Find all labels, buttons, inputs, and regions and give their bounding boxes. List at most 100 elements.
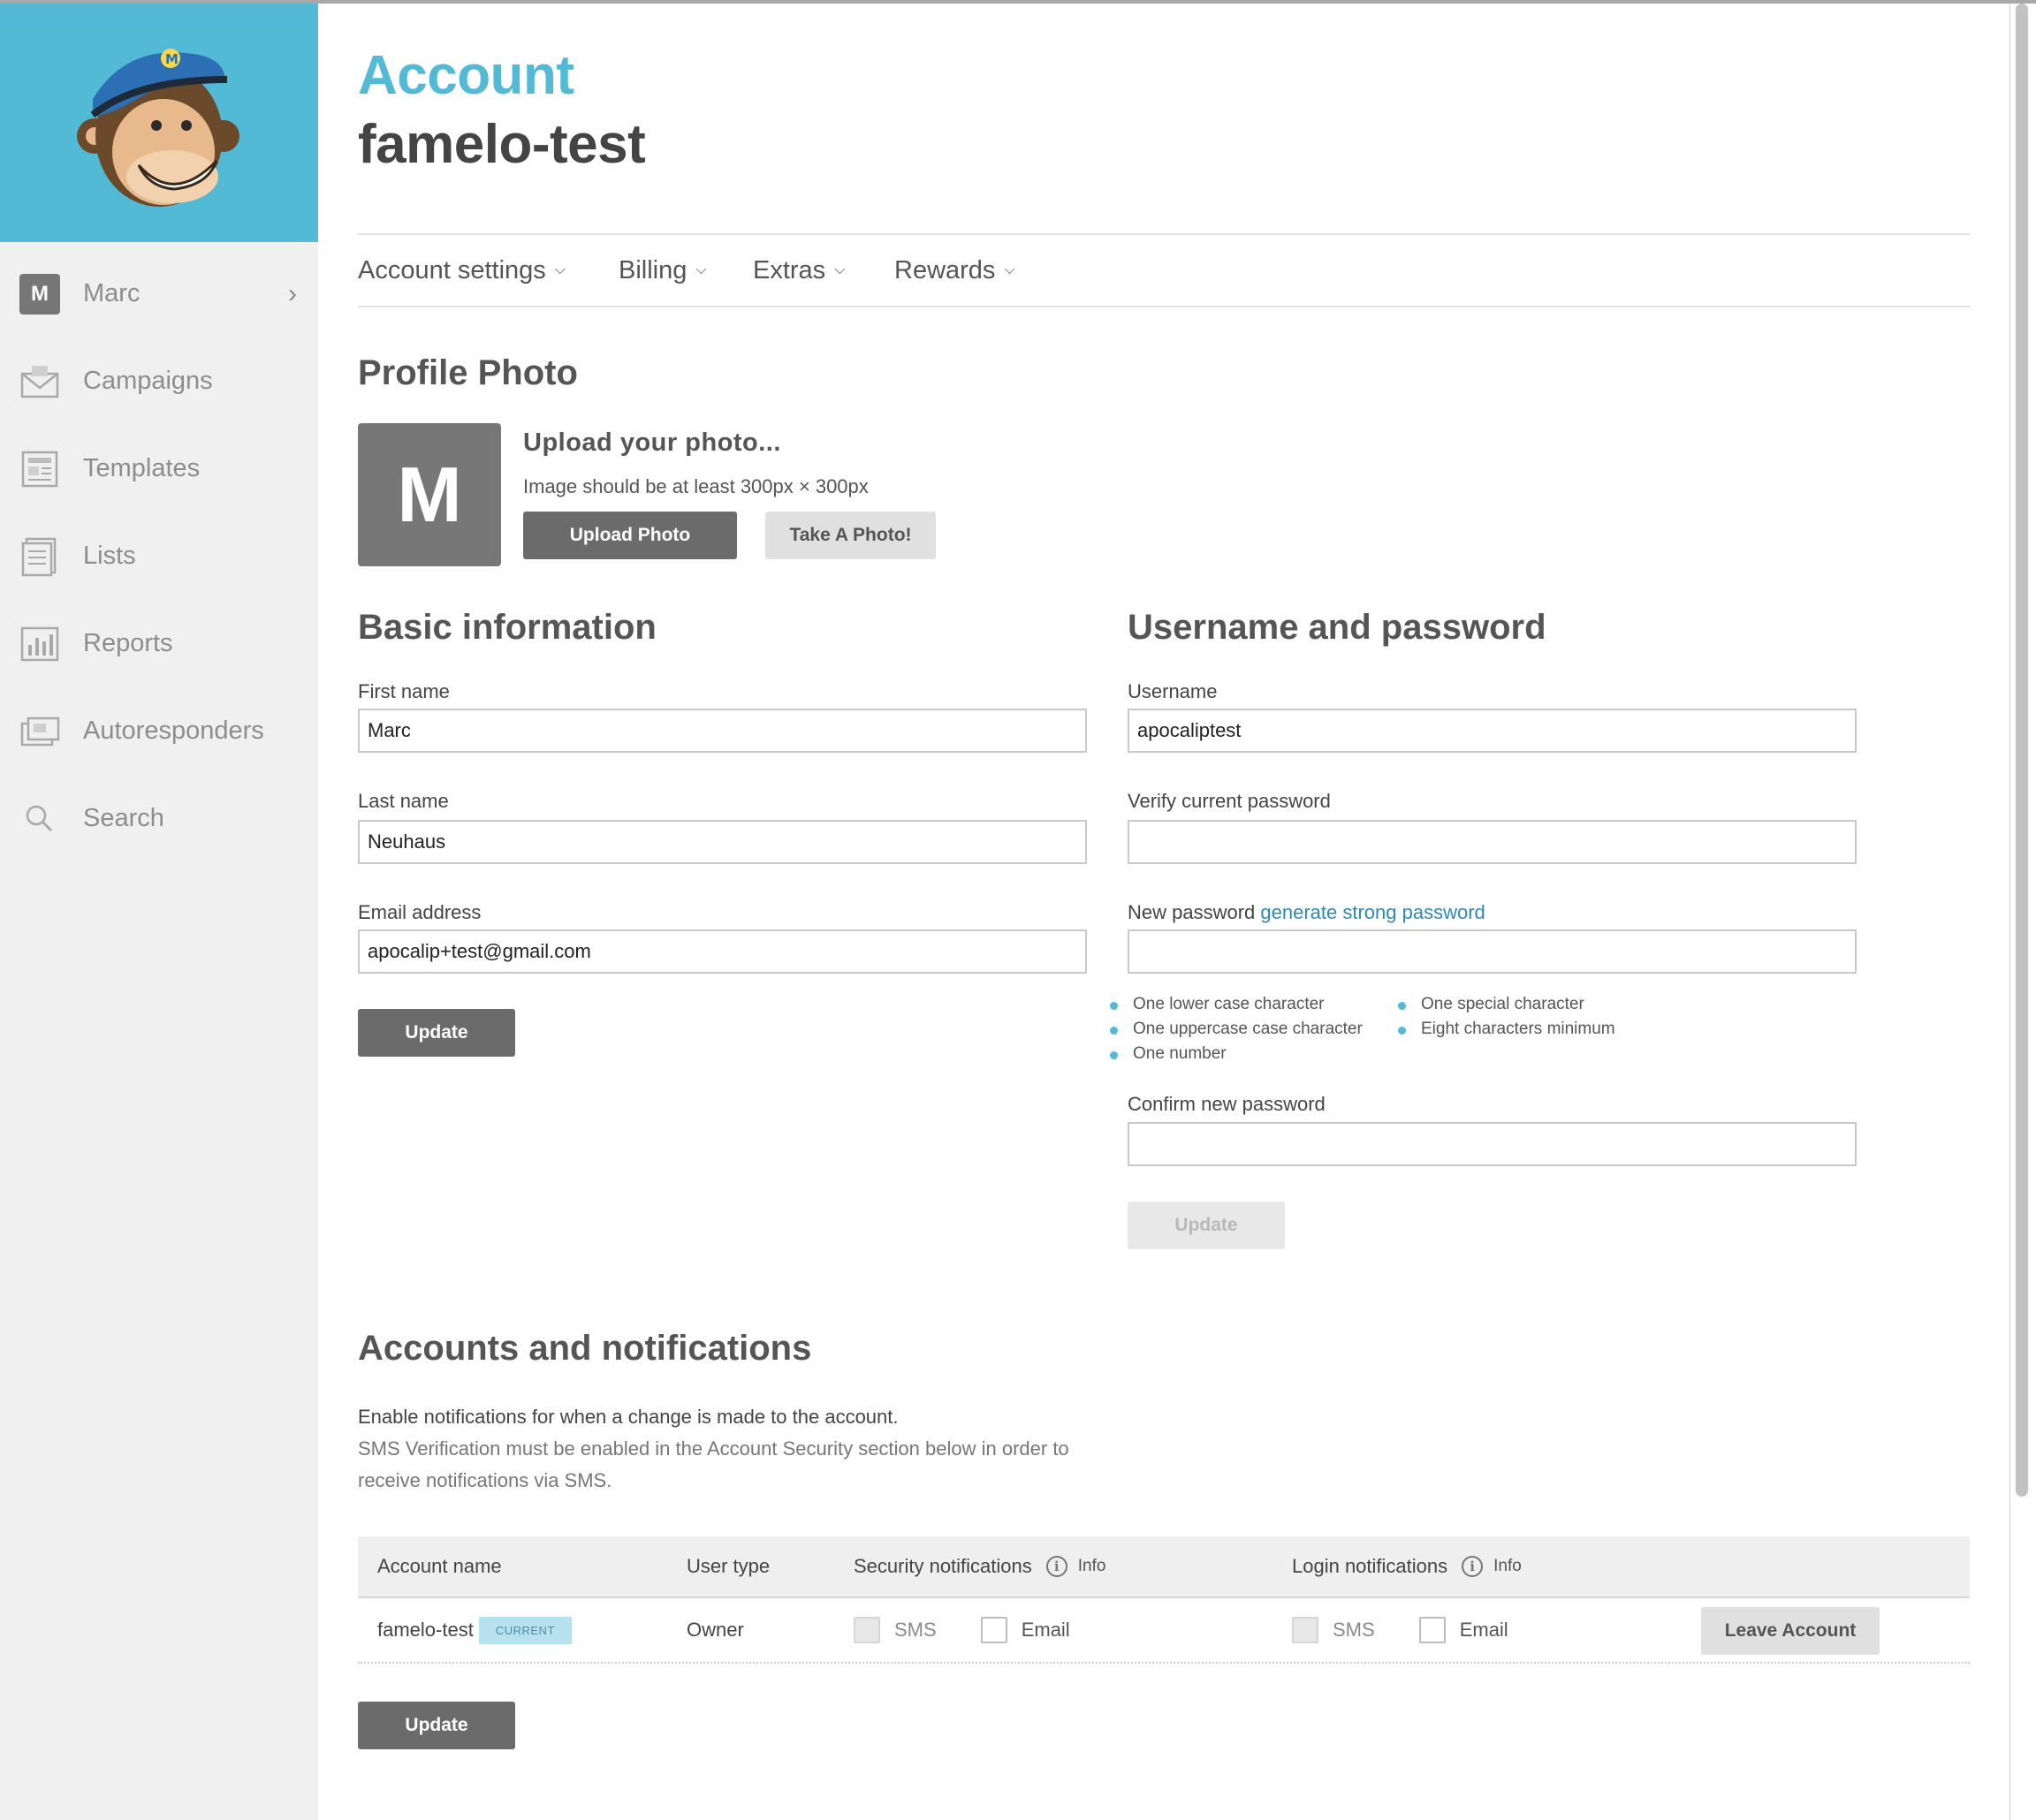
tab-rewards[interactable]: Rewards ⌵ [894,235,1015,306]
take-photo-button[interactable]: Take A Photo! [765,512,936,559]
tab-label: Billing [619,255,688,284]
chevron-down-icon: ⌵ [554,262,566,277]
window-top-border [0,0,2036,4]
account-tabs: Account settings ⌵ Billing ⌵ Extras ⌵ Re… [358,233,1970,307]
user-name: Marc [83,279,141,307]
new-password-label-text: New password [1128,901,1256,923]
security-email-label: Email [1021,1619,1070,1641]
upload-photo-button[interactable]: Upload Photo [523,512,737,559]
tab-label: Rewards [894,255,996,284]
sidebar-item-autoresponders[interactable]: Autoresponders [0,687,318,775]
col-security-notifications: Security notifications i Info [854,1536,1105,1596]
table-header: Account name User type Security notifica… [358,1536,1970,1598]
login-sms-label: SMS [1333,1619,1375,1641]
svg-text:M: M [165,51,179,67]
sidebar-item-label: Search [83,804,164,832]
tab-account-settings[interactable]: Account settings ⌵ [358,235,566,306]
password-rule: One number [1110,1044,1227,1063]
table-row: famelo-test CURRENT Owner SMS Email SMS … [358,1598,1970,1664]
basic-info-update-button[interactable]: Update [358,1009,515,1057]
info-icon[interactable]: i [1045,1556,1067,1577]
email-field[interactable]: apocalip+test@gmail.com [358,929,1087,974]
verify-password-field[interactable] [1128,820,1857,864]
sidebar-item-reports[interactable]: Reports [0,600,318,687]
confirm-password-field[interactable] [1128,1122,1857,1166]
confirm-password-label: Confirm new password [1128,1093,1326,1115]
sidebar: M M Marc › Campaigns Templates Lists Rep… [0,0,318,1820]
org-name: famelo-test [358,114,646,175]
sidebar-user-menu[interactable]: M Marc › [0,250,318,337]
upload-hint: Image should be at least 300px × 300px [523,475,869,497]
password-rule: One lower case character [1110,995,1325,1013]
password-rule: One uppercase case character [1110,1020,1363,1038]
autoresponders-icon [20,717,60,746]
chevron-right-icon: › [288,278,297,308]
info-icon[interactable]: i [1462,1556,1484,1577]
campaigns-icon [20,365,59,398]
last-name-label: Last name [358,790,449,812]
password-rule: One special character [1398,995,1584,1013]
sidebar-item-label: Lists [83,542,136,570]
col-user-type: User type [687,1555,771,1577]
login-email-label: Email [1459,1619,1508,1641]
sidebar-item-search[interactable]: Search [0,775,318,862]
basic-info-heading: Basic information [358,608,657,647]
page-title: Account [358,45,574,106]
new-password-label: New password generate strong password [1128,901,1485,924]
security-email-checkbox[interactable] [980,1617,1007,1643]
login-email-checkbox[interactable] [1418,1617,1446,1643]
first-name-label: First name [358,680,450,702]
brand-logo[interactable]: M [0,4,318,242]
freddie-logo-icon: M [77,49,239,207]
password-rule: Eight characters minimum [1398,1020,1615,1038]
leave-account-button[interactable]: Leave Account [1701,1607,1880,1655]
col-login-label: Login notifications [1292,1555,1448,1577]
login-info-link[interactable]: Info [1493,1557,1522,1576]
tab-label: Account settings [358,255,546,284]
security-sms-label: SMS [894,1619,937,1641]
last-name-field[interactable]: Neuhaus [358,820,1087,864]
scrollbar-thumb[interactable] [2016,4,2028,1497]
login-notification-options: SMS Email [1292,1598,1553,1662]
sidebar-item-lists[interactable]: Lists [0,512,318,600]
security-sms-checkbox[interactable] [854,1617,880,1643]
sidebar-item-campaigns[interactable]: Campaigns [0,337,318,425]
profile-avatar: M [358,423,501,566]
col-account-name: Account name [377,1555,502,1577]
lists-icon [21,537,57,576]
account-name: famelo-test [377,1619,474,1641]
page-edge-divider [2009,4,2010,1820]
email-label: Email address [358,901,482,923]
notifications-desc-line2: SMS Verification must be enabled in the … [358,1437,1069,1491]
chevron-down-icon: ⌵ [1004,262,1015,277]
reports-icon [20,626,59,661]
security-info-link[interactable]: Info [1078,1557,1106,1576]
notifications-update-button[interactable]: Update [358,1702,515,1749]
credentials-heading: Username and password [1128,608,1546,647]
sidebar-item-templates[interactable]: Templates [0,425,318,512]
sidebar-nav: M Marc › Campaigns Templates Lists Repor… [0,250,318,862]
notifications-description: Enable notifications for when a change i… [358,1401,1083,1497]
col-security-label: Security notifications [854,1555,1032,1577]
profile-photo-heading: Profile Photo [358,353,578,392]
notifications-heading: Accounts and notifications [358,1329,812,1368]
generate-password-link[interactable]: generate strong password [1260,901,1485,923]
login-sms-checkbox[interactable] [1292,1617,1318,1643]
user-avatar: M [19,273,60,315]
sidebar-item-label: Autoresponders [83,717,264,745]
username-field[interactable]: apocaliptest [1128,709,1857,753]
tab-extras[interactable]: Extras ⌵ [753,235,845,306]
tab-billing[interactable]: Billing ⌵ [619,235,707,306]
vertical-scrollbar[interactable] [2013,4,2031,1497]
password-update-button[interactable]: Update [1128,1202,1285,1249]
user-type-cell: Owner [687,1619,744,1641]
sidebar-item-label: Campaigns [83,367,213,395]
col-login-notifications: Login notifications i Info [1292,1536,1522,1596]
upload-title: Upload your photo... [523,428,781,457]
templates-icon [21,451,58,487]
username-label: Username [1128,680,1218,702]
first-name-field[interactable]: Marc [358,709,1087,753]
security-notification-options: SMS Email [854,1598,1114,1662]
chevron-down-icon: ⌵ [834,262,846,277]
new-password-field[interactable] [1128,929,1857,974]
